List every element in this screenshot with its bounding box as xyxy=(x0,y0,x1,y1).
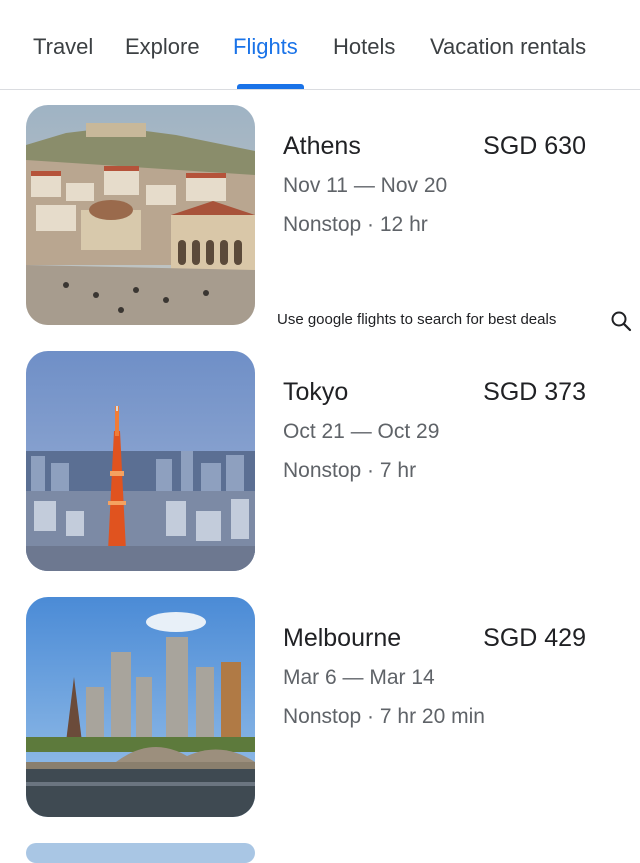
destination-dates: Nov 11 — Nov 20 xyxy=(283,174,448,197)
search-icon[interactable] xyxy=(610,310,632,332)
tab-bar: Travel Explore Flights Hotels Vacation r… xyxy=(0,0,640,90)
melbourne-photo xyxy=(26,597,255,817)
sponsored-text[interactable]: Use google flights to search for best de… xyxy=(277,311,556,328)
destination-card-athens[interactable]: Athens SGD 630 Nov 11 — Nov 20 Nonstop ·… xyxy=(0,105,640,327)
destination-price: SGD 429 xyxy=(483,624,586,652)
destination-city: Tokyo xyxy=(283,378,349,406)
destination-dates: Mar 6 — Mar 14 xyxy=(283,666,435,689)
active-tab-indicator xyxy=(237,84,304,89)
destination-dates: Oct 21 — Oct 29 xyxy=(283,420,440,443)
destination-stops: Nonstop · 12 hr xyxy=(283,213,428,236)
destination-card-melbourne[interactable]: Melbourne SGD 429 Mar 6 — Mar 14 Nonstop… xyxy=(0,597,640,819)
tab-vacation-rentals[interactable]: Vacation rentals xyxy=(430,34,586,60)
tokyo-photo xyxy=(26,351,255,571)
tab-travel[interactable]: Travel xyxy=(33,34,93,60)
tab-flights[interactable]: Flights xyxy=(233,34,298,60)
destination-city: Athens xyxy=(283,132,361,160)
destination-stops: Nonstop · 7 hr xyxy=(283,459,417,482)
destination-price: SGD 630 xyxy=(483,132,586,160)
destination-card-tokyo[interactable]: Tokyo SGD 373 Oct 21 — Oct 29 Nonstop · … xyxy=(0,351,640,573)
destination-card-partial[interactable] xyxy=(0,843,640,863)
destination-price: SGD 373 xyxy=(483,378,586,406)
tab-hotels[interactable]: Hotels xyxy=(333,34,395,60)
athens-photo xyxy=(26,105,255,325)
destination-stops: Nonstop · 7 hr 20 min xyxy=(283,705,485,728)
destination-city: Melbourne xyxy=(283,624,402,652)
partial-photo xyxy=(26,843,255,863)
tab-explore[interactable]: Explore xyxy=(125,34,200,60)
